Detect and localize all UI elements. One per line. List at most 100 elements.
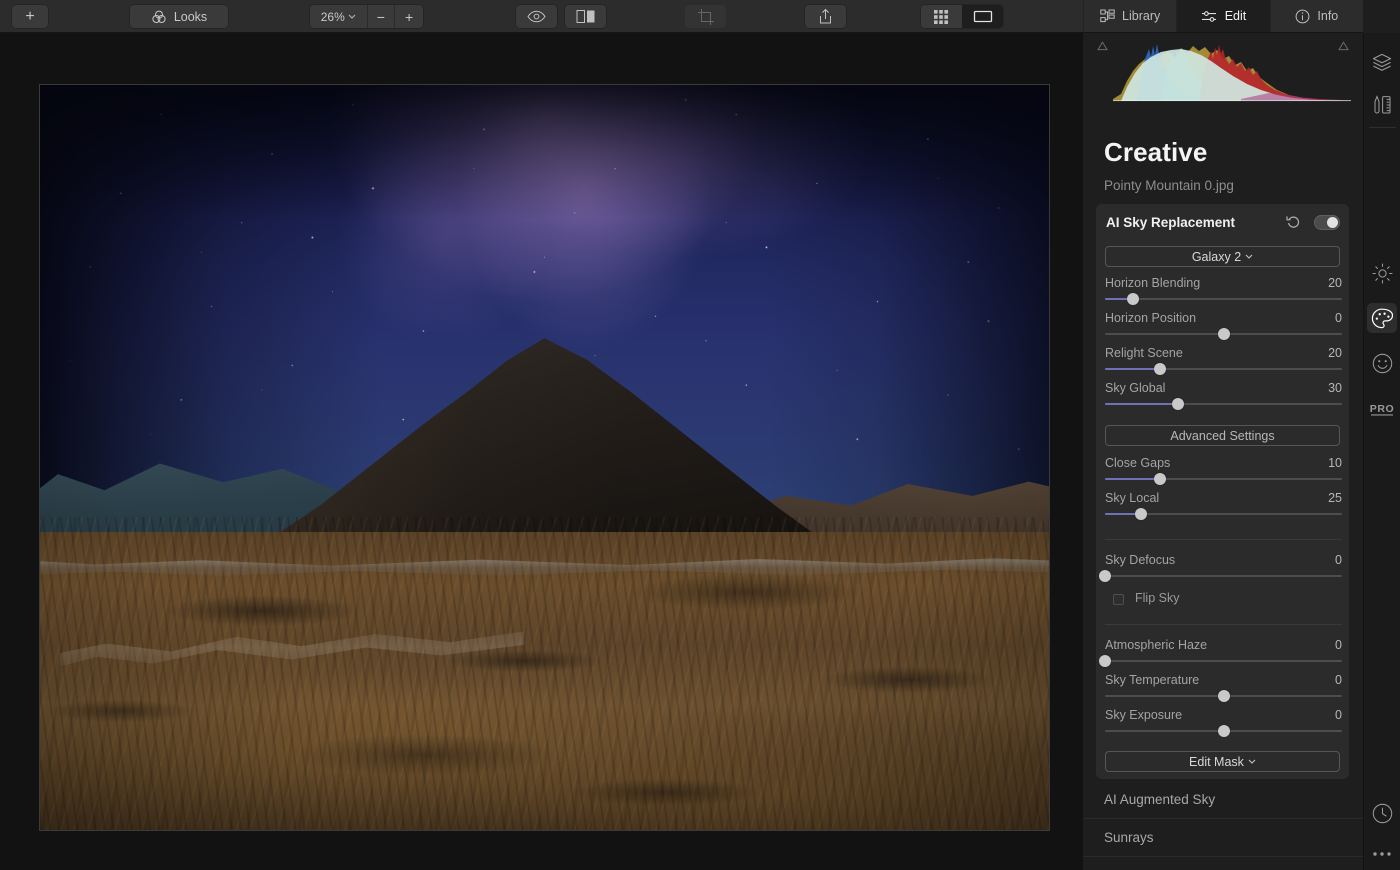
compare-button[interactable] bbox=[565, 5, 606, 28]
list-item[interactable]: AI Augmented Sky bbox=[1083, 781, 1363, 819]
slider-thumb[interactable] bbox=[1099, 655, 1111, 667]
slider-thumb[interactable] bbox=[1217, 690, 1230, 702]
zoom-controls: 26% − + bbox=[310, 5, 423, 28]
flip-sky-label: Flip Sky bbox=[1135, 591, 1180, 605]
slider-sky-exposure[interactable]: Sky Exposure 0 bbox=[1105, 708, 1342, 742]
divider bbox=[1105, 539, 1342, 540]
slider-thumb[interactable] bbox=[1153, 473, 1166, 485]
highlight-clip-warning-icon[interactable] bbox=[1338, 41, 1349, 51]
grid-view-button[interactable] bbox=[921, 5, 962, 28]
slider-thumb[interactable] bbox=[1217, 725, 1230, 737]
slider-track[interactable] bbox=[1105, 508, 1342, 520]
tab-edit-label: Edit bbox=[1224, 9, 1247, 23]
photo-preview[interactable] bbox=[40, 85, 1049, 830]
slider-sky-temperature[interactable]: Sky Temperature 0 bbox=[1105, 673, 1342, 707]
histogram[interactable] bbox=[1091, 37, 1355, 105]
crop-button[interactable] bbox=[685, 5, 726, 28]
slider-relight-scene[interactable]: Relight Scene 20 bbox=[1105, 346, 1342, 380]
slider-thumb[interactable] bbox=[1134, 508, 1147, 520]
chevron-down-icon bbox=[348, 14, 356, 19]
filter-list: AI Augmented Sky Sunrays Dramatic bbox=[1083, 781, 1363, 870]
slider-sky-defocus[interactable]: Sky Defocus 0 bbox=[1099, 553, 1342, 587]
zoom-level-dropdown[interactable]: 26% bbox=[310, 5, 367, 28]
sliders-icon bbox=[1201, 10, 1218, 23]
sky-preset-dropdown[interactable]: Galaxy 2 bbox=[1105, 246, 1340, 267]
slider-value: 10 bbox=[1328, 456, 1342, 470]
slider-thumb[interactable] bbox=[1099, 570, 1111, 582]
zoom-in-button[interactable]: + bbox=[395, 5, 423, 28]
flip-sky-checkbox-row[interactable]: Flip Sky bbox=[1105, 591, 1342, 610]
tools-icon[interactable] bbox=[1367, 89, 1397, 119]
slider-track[interactable] bbox=[1099, 570, 1342, 582]
slider-label: Sky Exposure bbox=[1105, 708, 1183, 722]
single-view-button[interactable] bbox=[962, 5, 1003, 28]
list-item[interactable]: Sunrays bbox=[1083, 819, 1363, 857]
history-icon[interactable] bbox=[1367, 798, 1397, 828]
list-item-label: Sunrays bbox=[1104, 830, 1154, 845]
slider-track[interactable] bbox=[1105, 293, 1342, 305]
zoom-out-button[interactable]: − bbox=[367, 5, 394, 28]
share-button[interactable] bbox=[805, 5, 846, 28]
panel-body: Creative Pointy Mountain 0.jpg AI Sky Re… bbox=[1083, 33, 1363, 870]
vignette bbox=[40, 85, 1049, 830]
slider-track[interactable] bbox=[1105, 690, 1342, 702]
slider-value: 0 bbox=[1335, 708, 1342, 722]
slider-atmospheric-haze[interactable]: Atmospheric Haze 0 bbox=[1099, 638, 1342, 672]
card-header: AI Sky Replacement bbox=[1096, 204, 1349, 242]
eye-icon bbox=[527, 10, 546, 23]
slider-track[interactable] bbox=[1105, 398, 1342, 410]
flip-sky-checkbox[interactable] bbox=[1113, 594, 1124, 605]
slider-value: 0 bbox=[1335, 311, 1342, 325]
slider-horizon-position[interactable]: Horizon Position 0 bbox=[1105, 311, 1342, 345]
slider-label: Close Gaps bbox=[1105, 456, 1171, 470]
view-mode-group bbox=[921, 5, 1003, 28]
slider-track[interactable] bbox=[1099, 655, 1342, 667]
tab-info[interactable]: Info bbox=[1269, 0, 1363, 32]
advanced-settings-button[interactable]: Advanced Settings bbox=[1105, 425, 1340, 446]
slider-thumb[interactable] bbox=[1172, 398, 1185, 410]
slider-track[interactable] bbox=[1105, 725, 1342, 737]
list-item[interactable]: Dramatic bbox=[1083, 857, 1363, 870]
slider-track[interactable] bbox=[1105, 363, 1342, 375]
add-icon: + bbox=[25, 7, 35, 25]
crop-icon bbox=[697, 8, 715, 26]
light-icon[interactable] bbox=[1367, 258, 1397, 288]
add-button[interactable]: + bbox=[12, 5, 48, 28]
photo-canvas[interactable] bbox=[0, 33, 1083, 870]
slider-horizon-blending[interactable]: Horizon Blending 20 bbox=[1105, 276, 1342, 310]
edit-mask-dropdown[interactable]: Edit Mask bbox=[1105, 751, 1340, 772]
zoom-level-value: 26% bbox=[320, 9, 345, 24]
chevron-down-icon bbox=[1248, 759, 1256, 764]
shadow-clip-warning-icon[interactable] bbox=[1097, 41, 1108, 51]
looks-button[interactable]: Looks bbox=[130, 5, 228, 28]
slider-close-gaps[interactable]: Close Gaps 10 bbox=[1105, 456, 1342, 490]
layers-icon[interactable] bbox=[1367, 47, 1397, 77]
slider-thumb[interactable] bbox=[1153, 363, 1166, 375]
slider-thumb[interactable] bbox=[1217, 328, 1230, 340]
preview-toggle-button[interactable] bbox=[516, 5, 557, 28]
card-title: AI Sky Replacement bbox=[1106, 215, 1236, 230]
reset-arrow-icon[interactable] bbox=[1286, 214, 1301, 228]
single-view-icon bbox=[973, 9, 993, 24]
slider-value: 20 bbox=[1328, 276, 1342, 290]
chevron-down-icon bbox=[1245, 254, 1253, 259]
right-panel: Library Edit Info Creative Pointy Mounta… bbox=[1083, 0, 1400, 870]
divider bbox=[1369, 127, 1396, 128]
tab-library[interactable]: Library bbox=[1083, 0, 1176, 32]
enable-toggle[interactable] bbox=[1314, 215, 1340, 230]
slider-sky-global[interactable]: Sky Global 30 bbox=[1105, 381, 1342, 415]
slider-track[interactable] bbox=[1105, 473, 1342, 485]
slider-label: Atmospheric Haze bbox=[1105, 638, 1208, 652]
advanced-settings-label: Advanced Settings bbox=[1170, 428, 1275, 443]
slider-sky-local[interactable]: Sky Local 25 bbox=[1105, 491, 1342, 525]
tool-rail: PRO bbox=[1363, 33, 1400, 870]
slider-label: Horizon Position bbox=[1105, 311, 1197, 325]
color-icon[interactable] bbox=[1367, 303, 1397, 333]
tab-edit[interactable]: Edit bbox=[1176, 0, 1270, 32]
slider-track[interactable] bbox=[1105, 328, 1342, 340]
slider-thumb[interactable] bbox=[1127, 293, 1140, 305]
portrait-icon[interactable] bbox=[1367, 348, 1397, 378]
svg-text:PRO: PRO bbox=[1370, 403, 1395, 415]
pro-icon[interactable]: PRO bbox=[1367, 393, 1397, 423]
more-icon[interactable] bbox=[1367, 839, 1397, 869]
